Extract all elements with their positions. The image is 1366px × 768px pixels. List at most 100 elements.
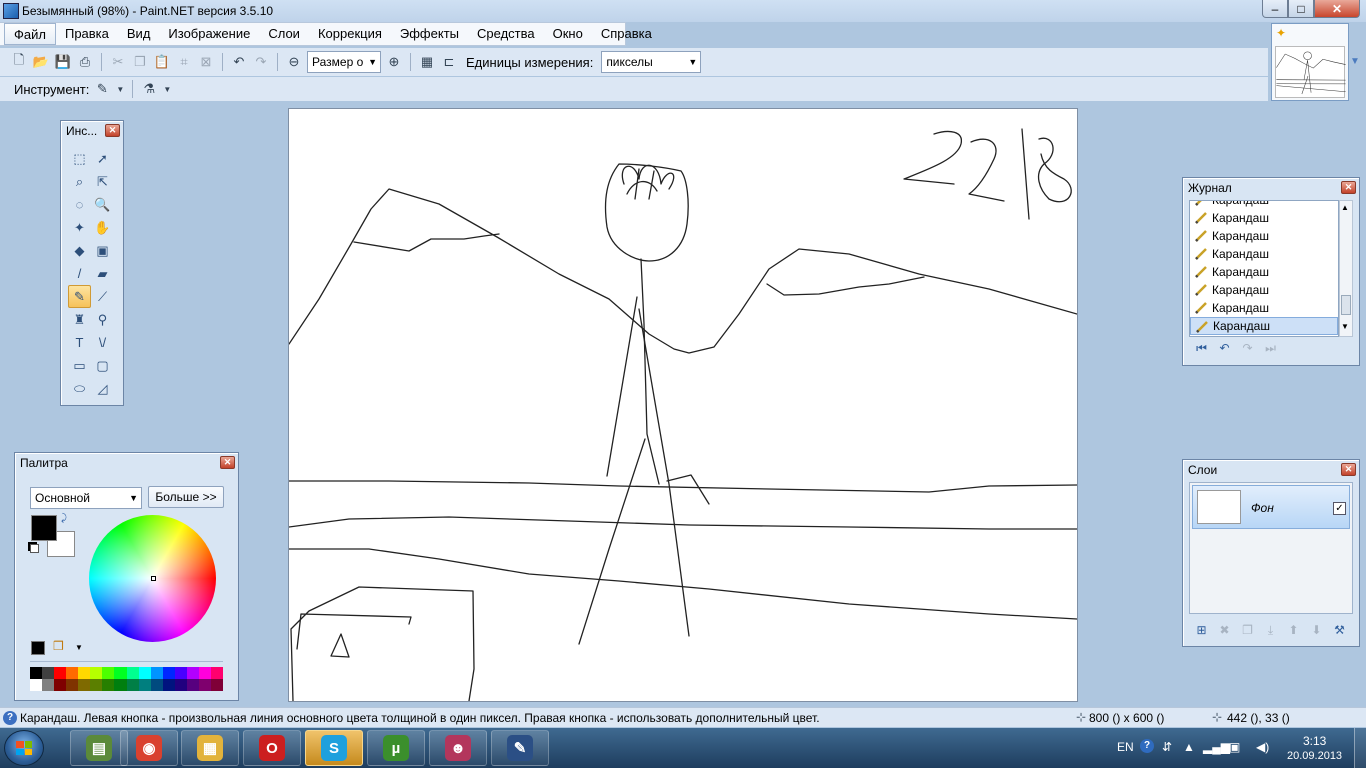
history-item[interactable]: Карандаш (1190, 281, 1338, 299)
ellipse-select-icon[interactable]: ◌ (68, 193, 91, 216)
copy-icon[interactable]: ❐ (131, 53, 149, 71)
taskbar-app-paintnet[interactable]: ✎ (491, 730, 549, 766)
palette-swatch[interactable] (102, 679, 115, 691)
recolor-icon[interactable]: ⚲ (91, 308, 114, 331)
print-icon[interactable]: ⎙ (76, 53, 94, 71)
drawing-canvas[interactable] (288, 109, 1078, 702)
palette-swatch[interactable] (126, 679, 139, 691)
history-item[interactable]: Карандаш (1190, 227, 1338, 245)
history-list[interactable]: Карандаш Карандаш Карандаш Карандаш Карандаш… (1189, 200, 1339, 337)
menu-edit[interactable]: Правка (56, 23, 118, 45)
move-selection-icon[interactable]: ➚ (91, 147, 114, 170)
zoom-in-icon[interactable]: ⊕ (385, 53, 403, 71)
chevron-down-icon[interactable]: ▼ (75, 643, 83, 652)
eraser-icon[interactable]: ▰ (91, 262, 114, 285)
deselect-icon[interactable]: ⊠ (197, 53, 215, 71)
history-item[interactable]: Карандаш (1190, 201, 1338, 209)
delete-layer-icon[interactable]: ✖ (1216, 622, 1233, 638)
palette-swatch[interactable] (102, 667, 115, 679)
layer-item-background[interactable]: Фон ✓ (1192, 485, 1350, 529)
move-layer-up-icon[interactable]: ⬆ (1285, 622, 1302, 638)
undo-icon[interactable]: ↶ (1216, 340, 1233, 356)
menu-window[interactable]: Окно (544, 23, 592, 45)
menu-image[interactable]: Изображение (159, 23, 259, 45)
palette-swatch[interactable] (138, 667, 151, 679)
rounded-rectangle-icon[interactable]: ▢ (91, 354, 114, 377)
palette-swatch[interactable] (54, 679, 67, 691)
palette-swatch[interactable] (174, 679, 187, 691)
close-icon[interactable]: ✕ (105, 124, 120, 137)
palette-swatch[interactable] (198, 667, 211, 679)
history-item[interactable]: Карандаш (1190, 317, 1338, 335)
history-item[interactable]: Карандаш (1190, 263, 1338, 281)
open-file-icon[interactable]: 📂 (32, 53, 50, 71)
ruler-icon[interactable]: ⊏ (440, 53, 458, 71)
close-icon[interactable]: ✕ (1341, 181, 1356, 194)
save-icon[interactable]: 💾 (54, 53, 72, 71)
rectangle-select-icon[interactable]: ⬚ (68, 147, 91, 170)
grid-icon[interactable]: ▦ (418, 53, 436, 71)
taskbar-app-skype[interactable]: S (305, 730, 363, 766)
zoom-combo[interactable]: Размер о ▼ (307, 51, 381, 73)
taskbar-app-game[interactable]: ☻ (429, 730, 487, 766)
move-selected-icon[interactable]: ⇱ (91, 170, 114, 193)
palette-mode-combo[interactable]: Основной ▼ (30, 487, 142, 509)
reset-colors-icon[interactable] (30, 544, 39, 553)
palette-swatch[interactable] (138, 679, 151, 691)
ellipse-icon[interactable]: ⬭ (68, 377, 91, 400)
lasso-select-icon[interactable]: ⌕ (68, 170, 91, 193)
text-icon[interactable]: T (68, 331, 91, 354)
chevron-down-icon[interactable]: ▼ (1350, 56, 1360, 67)
palette-swatch[interactable] (30, 679, 43, 691)
zoom-out-icon[interactable]: ⊖ (285, 53, 303, 71)
clone-stamp-icon[interactable]: ♜ (68, 308, 91, 331)
palette-swatch[interactable] (42, 679, 55, 691)
palette-swatch[interactable] (114, 679, 127, 691)
palette-swatch[interactable] (114, 667, 127, 679)
palette-swatch[interactable] (162, 679, 175, 691)
menu-view[interactable]: Вид (118, 23, 160, 45)
palette-swatch[interactable] (66, 667, 79, 679)
maximize-button[interactable]: □ (1288, 0, 1314, 18)
show-desktop-button[interactable] (1354, 728, 1366, 768)
palette-swatch[interactable] (210, 679, 223, 691)
layer-visibility-checkbox[interactable]: ✓ (1333, 502, 1346, 515)
scroll-down-icon[interactable]: ▼ (1341, 322, 1349, 331)
undo-icon[interactable]: ↶ (230, 53, 248, 71)
primary-color-swatch[interactable] (31, 515, 57, 541)
minimize-button[interactable]: – (1262, 0, 1288, 18)
palette-swatch[interactable] (210, 667, 223, 679)
language-indicator[interactable]: EN (1117, 740, 1134, 754)
chevron-down-icon[interactable]: ▼ (162, 80, 172, 98)
palette-swatch[interactable] (66, 679, 79, 691)
history-item[interactable]: Карандаш (1190, 209, 1338, 227)
duplicate-layer-icon[interactable]: ❐ (1239, 622, 1256, 638)
layer-properties-icon[interactable]: ⚒ (1331, 622, 1348, 638)
scroll-up-icon[interactable]: ▲ (1341, 203, 1349, 212)
redo-icon[interactable]: ↷ (1239, 340, 1256, 356)
history-item[interactable]: Карандаш (1190, 299, 1338, 317)
pencil-tool-selector-icon[interactable]: ✎ (93, 80, 111, 98)
crop-icon[interactable]: ⌗ (175, 53, 193, 71)
volume-icon[interactable]: ◀) (1256, 740, 1269, 754)
zoom-icon[interactable]: 🔍 (91, 193, 114, 216)
redo-icon[interactable]: ↷ (252, 53, 270, 71)
palette-swatch[interactable] (198, 679, 211, 691)
start-button[interactable] (4, 730, 44, 766)
blend-mode-icon[interactable]: ⚗ (140, 80, 158, 98)
magic-wand-icon[interactable]: ✦ (68, 216, 91, 239)
menu-adjustments[interactable]: Коррекция (309, 23, 391, 45)
close-icon[interactable]: ✕ (220, 456, 235, 469)
menu-file[interactable]: Файл (4, 23, 56, 45)
palette-swatch[interactable] (186, 679, 199, 691)
taskbar-app-opera[interactable]: O (243, 730, 301, 766)
close-icon[interactable]: ✕ (1341, 463, 1356, 476)
image-thumbnail-tab[interactable]: ✦ (1271, 23, 1349, 101)
history-item[interactable]: Карандаш (1190, 245, 1338, 263)
palette-swatch[interactable] (90, 679, 103, 691)
paste-icon[interactable]: 📋 (153, 53, 171, 71)
color-picker-icon[interactable]: ⟋ (91, 285, 114, 308)
rewind-icon[interactable]: ⏮ (1193, 340, 1210, 356)
chevron-down-icon[interactable]: ▼ (115, 80, 125, 98)
swap-colors-icon[interactable]: ⤸ (61, 513, 67, 524)
